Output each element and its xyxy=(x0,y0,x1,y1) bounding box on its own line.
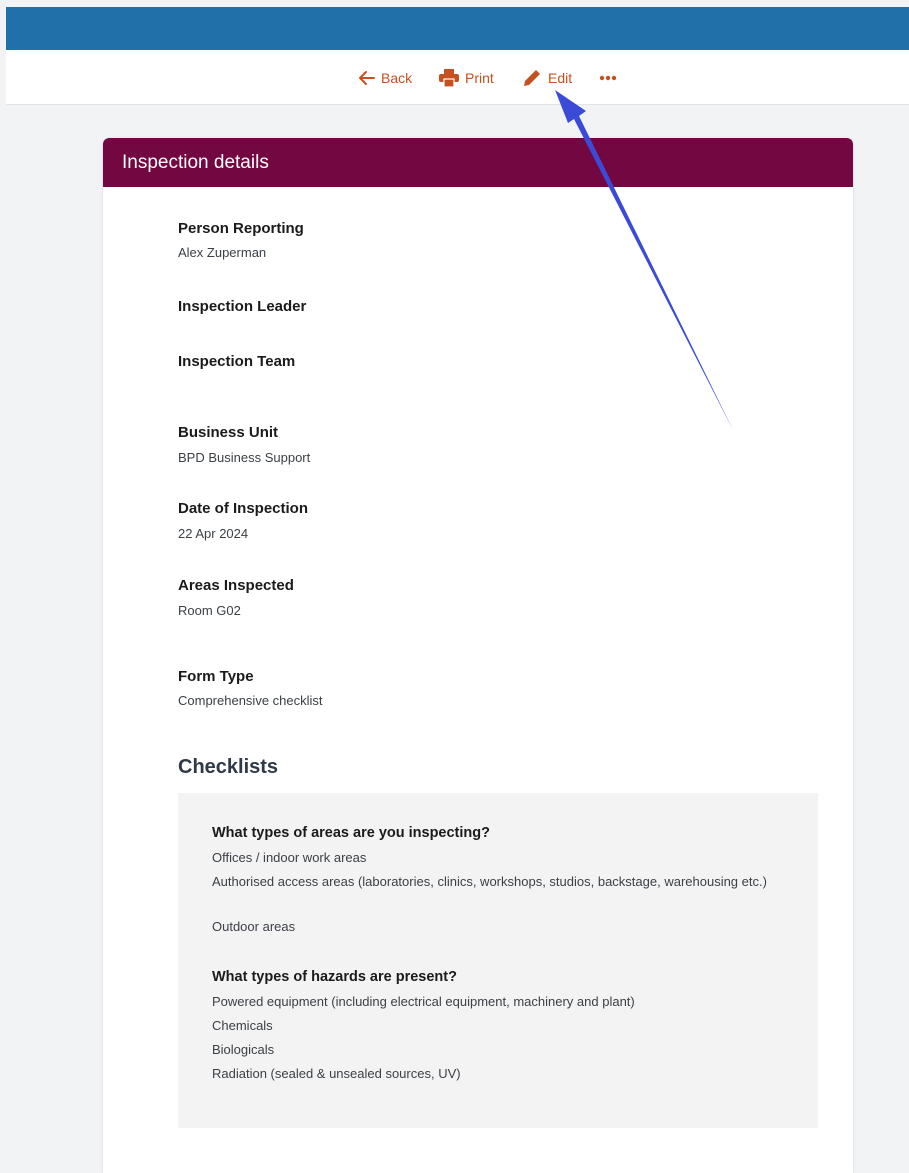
date-of-inspection-value: 22 Apr 2024 xyxy=(178,526,249,541)
top-app-bar xyxy=(6,7,909,50)
business-unit-value: BPD Business Support xyxy=(178,450,311,465)
print-button[interactable]: Print xyxy=(439,67,494,89)
printer-icon xyxy=(439,69,459,87)
checklists-panel: What types of areas are you inspecting? … xyxy=(178,793,818,1128)
pencil-icon xyxy=(524,70,540,86)
checklist-answer: Outdoor areas xyxy=(212,919,296,934)
form-type-label: Form Type xyxy=(178,668,254,685)
business-unit-label: Business Unit xyxy=(178,424,279,441)
action-toolbar: Back Print Edit xyxy=(6,50,909,105)
inspection-leader-label: Inspection Leader xyxy=(178,298,307,315)
form-type-value: Comprehensive checklist xyxy=(178,693,323,708)
checklist-question: What types of areas are you inspecting? xyxy=(212,825,490,841)
card-header-title: Inspection details xyxy=(103,138,853,187)
back-button-label: Back xyxy=(381,70,413,86)
checklist-answer: Offices / indoor work areas xyxy=(212,850,367,865)
back-button[interactable]: Back xyxy=(357,67,412,89)
edit-button[interactable]: Edit xyxy=(522,67,572,89)
inspection-details-card: Inspection details Person Reporting Alex… xyxy=(103,138,853,1173)
checklist-question: What types of hazards are present? xyxy=(212,969,457,985)
checklist-answer: Chemicals xyxy=(212,1018,273,1033)
areas-inspected-value: Room G02 xyxy=(178,603,241,618)
date-of-inspection-label: Date of Inspection xyxy=(178,500,309,517)
ellipsis-icon xyxy=(599,75,617,81)
checklist-answer: Authorised access areas (laboratories, c… xyxy=(212,874,767,889)
checklist-answer: Biologicals xyxy=(212,1042,275,1057)
inspection-team-label: Inspection Team xyxy=(178,353,296,370)
more-options-button[interactable] xyxy=(599,67,617,89)
print-button-label: Print xyxy=(465,70,494,86)
checklists-heading: Checklists xyxy=(178,756,279,778)
checklist-answer: Radiation (sealed & unsealed sources, UV… xyxy=(212,1066,461,1081)
areas-inspected-label: Areas Inspected xyxy=(178,577,294,594)
person-reporting-label: Person Reporting xyxy=(178,220,304,237)
arrow-left-icon xyxy=(359,71,375,85)
checklist-answer: Powered equipment (including electrical … xyxy=(212,994,635,1009)
person-reporting-value: Alex Zuperman xyxy=(178,245,267,260)
edit-button-label: Edit xyxy=(548,70,573,86)
